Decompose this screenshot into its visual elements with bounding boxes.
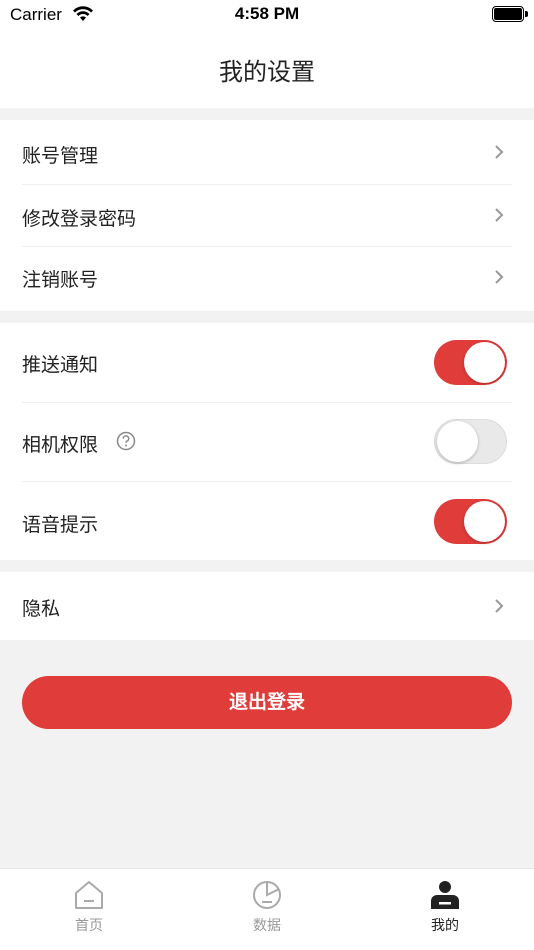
row-label: 注销账号 xyxy=(22,269,99,291)
tab-label: 我的 xyxy=(431,918,459,934)
account-section: 账号管理 修改登录密码 注销账号 xyxy=(0,120,534,311)
chevron-right-icon xyxy=(495,145,504,159)
tab-mine[interactable]: 我的 xyxy=(356,869,534,950)
tab-label: 首页 xyxy=(75,918,103,934)
pie-chart-icon xyxy=(253,881,281,909)
row-label: 修改登录密码 xyxy=(22,208,137,230)
tab-label: 数据 xyxy=(253,918,281,934)
status-bar: Carrier 4:58 PM xyxy=(0,0,534,30)
home-icon xyxy=(75,881,103,909)
privacy-section: 隐私 xyxy=(0,572,534,640)
logout-button[interactable]: 退出登录 xyxy=(22,676,512,729)
delete-account-row[interactable]: 注销账号 xyxy=(22,247,512,311)
battery-icon xyxy=(492,6,528,22)
question-circle-icon[interactable] xyxy=(116,431,136,451)
row-label: 隐私 xyxy=(22,598,61,620)
chevron-right-icon xyxy=(495,270,504,284)
row-label: 推送通知 xyxy=(22,354,99,376)
voice-prompt-toggle[interactable] xyxy=(434,499,507,544)
row-label: 相机权限 xyxy=(22,434,99,456)
tab-bar: 首页 数据 我的 xyxy=(0,868,534,950)
push-notification-toggle[interactable] xyxy=(434,340,507,385)
camera-permission-toggle[interactable] xyxy=(434,419,507,464)
page-title: 我的设置 xyxy=(219,58,315,86)
row-label: 语音提示 xyxy=(22,514,99,536)
status-time: 4:58 PM xyxy=(234,4,300,23)
tab-home[interactable]: 首页 xyxy=(0,869,178,950)
navigation-bar: 我的设置 xyxy=(0,30,534,108)
privacy-row[interactable]: 隐私 xyxy=(22,572,512,640)
tab-data[interactable]: 数据 xyxy=(178,869,356,950)
change-password-row[interactable]: 修改登录密码 xyxy=(22,185,512,246)
chevron-right-icon xyxy=(495,599,504,613)
chevron-right-icon xyxy=(495,208,504,222)
account-management-row[interactable]: 账号管理 xyxy=(22,120,512,184)
permissions-section: 推送通知 相机权限 语音提示 xyxy=(0,323,534,560)
row-label: 账号管理 xyxy=(22,145,99,167)
user-icon xyxy=(431,881,459,909)
